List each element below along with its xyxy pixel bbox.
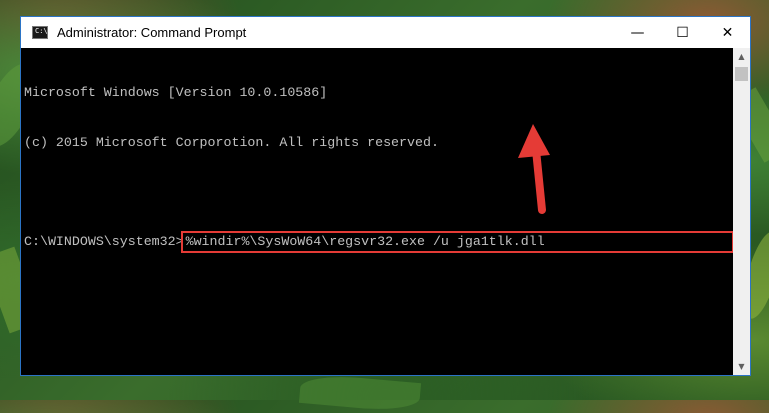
maximize-icon: ☐ <box>676 24 689 41</box>
background-leaf <box>298 372 422 413</box>
prompt-text: C:\WINDOWS\system32> <box>24 233 184 249</box>
copyright-line: (c) 2015 Microsoft Corporotion. All righ… <box>24 134 439 150</box>
scroll-down-button[interactable]: ▼ <box>733 358 750 375</box>
console-output[interactable]: Microsoft Windows [Version 10.0.10586] (… <box>21 48 734 375</box>
maximize-button[interactable]: ☐ <box>660 17 705 48</box>
close-button[interactable]: ✕ <box>705 17 750 48</box>
version-line: Microsoft Windows [Version 10.0.10586] <box>24 85 328 100</box>
window-controls: — ☐ ✕ <box>615 17 750 48</box>
title-bar[interactable]: C:\ Administrator: Command Prompt — ☐ ✕ <box>21 17 750 48</box>
scroll-up-button[interactable]: ▲ <box>733 48 750 65</box>
close-icon: ✕ <box>721 24 734 41</box>
command-prompt-window[interactable]: C:\ Administrator: Command Prompt — ☐ ✕ … <box>20 16 751 376</box>
window-title: Administrator: Command Prompt <box>57 25 247 40</box>
scroll-thumb[interactable] <box>735 67 748 81</box>
vertical-scrollbar[interactable]: ▲ ▼ <box>733 48 750 375</box>
minimize-icon: — <box>630 24 645 41</box>
command-input[interactable]: %windir%\SysWoW64\regsvr32.exe /u jga1tl… <box>180 230 734 253</box>
scroll-up-icon: ▲ <box>738 52 745 61</box>
cmd-app-icon[interactable]: C:\ <box>32 26 48 39</box>
scroll-down-icon: ▼ <box>738 362 745 371</box>
cmd-app-icon-label: C:\ <box>35 27 48 35</box>
minimize-button[interactable]: — <box>615 17 660 48</box>
prompt-line: C:\WINDOWS\system32> %windir%\SysWoW64\re… <box>24 230 734 253</box>
